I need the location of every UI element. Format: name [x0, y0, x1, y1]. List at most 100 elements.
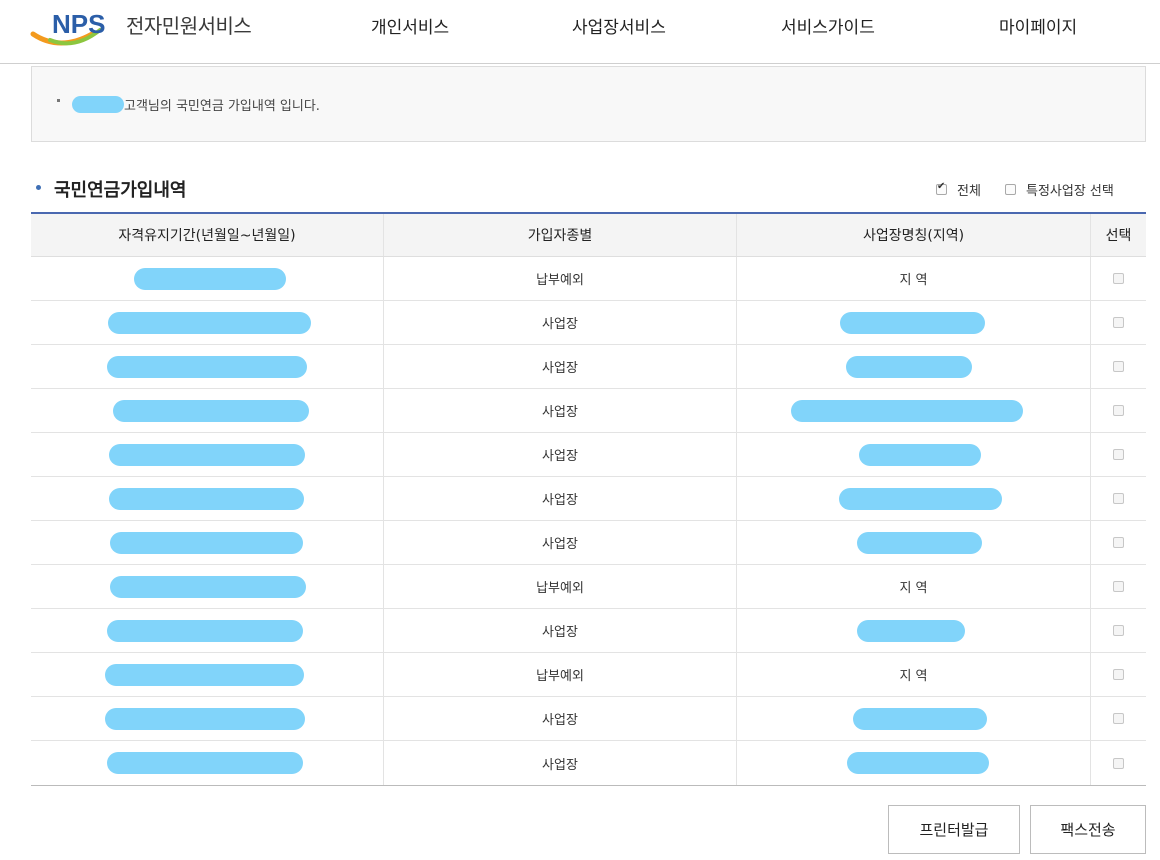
workplace-cell — [737, 301, 1091, 344]
period-cell — [31, 653, 384, 696]
service-name: 전자민원서비스 — [126, 14, 252, 38]
workplace-cell — [737, 697, 1091, 740]
row-select-checkbox[interactable] — [1113, 537, 1124, 548]
subscriber-type-cell: 사업장 — [384, 741, 737, 785]
workplace-cell: 지 역 — [737, 257, 1091, 300]
nav-business-service[interactable]: 사업장서비스 — [572, 13, 666, 38]
period-cell — [31, 477, 384, 520]
table-row: 납부예외 지 역 — [31, 257, 1146, 301]
select-cell — [1091, 521, 1146, 564]
select-cell — [1091, 565, 1146, 608]
option-specific-label: 특정사업장 선택 — [1026, 184, 1114, 199]
top-header: NPS 전자민원서비스 개인서비스 사업장서비스 서비스가이드 마이페이지 — [0, 0, 1160, 64]
row-select-checkbox[interactable] — [1113, 317, 1124, 328]
table-row: 사업장 — [31, 389, 1146, 433]
column-header-select: 선택 — [1105, 228, 1132, 244]
nps-logo[interactable]: NPS 전자민원서비스 — [30, 4, 270, 52]
redacted-customer-name — [72, 96, 124, 113]
period-cell — [31, 565, 384, 608]
subscriber-type-cell: 사업장 — [384, 389, 737, 432]
subscriber-type-cell: 사업장 — [384, 697, 737, 740]
option-all-label: 전체 — [957, 184, 981, 199]
redacted-period — [134, 267, 286, 290]
redacted-workplace — [857, 619, 965, 642]
option-all-checkbox[interactable] — [936, 181, 947, 195]
select-cell — [1091, 301, 1146, 344]
row-select-checkbox[interactable] — [1113, 669, 1124, 680]
redacted-workplace — [859, 443, 981, 466]
nav-personal-service[interactable]: 개인서비스 — [371, 13, 449, 38]
table-row: 사업장 — [31, 345, 1146, 389]
notice-text: 고객님의 국민연금 가입내역 입니다. — [124, 99, 320, 114]
subscriber-type-cell: 사업장 — [384, 301, 737, 344]
logo-text: NPS — [52, 9, 105, 39]
workplace-cell — [737, 521, 1091, 564]
redacted-period — [109, 487, 304, 510]
section-title: 국민연금가입내역 — [54, 180, 187, 201]
redacted-period — [105, 707, 305, 730]
redacted-workplace — [857, 531, 982, 554]
table-row: 납부예외 지 역 — [31, 653, 1146, 697]
row-select-checkbox[interactable] — [1113, 713, 1124, 724]
select-cell — [1091, 477, 1146, 520]
redacted-workplace — [839, 487, 1002, 510]
redacted-workplace — [846, 355, 972, 378]
section-bullet-icon — [36, 185, 41, 190]
period-cell — [31, 697, 384, 740]
redacted-period — [108, 311, 311, 334]
select-cell — [1091, 697, 1146, 740]
table-row: 사업장 — [31, 477, 1146, 521]
fax-send-button[interactable]: 팩스전송 — [1030, 805, 1146, 854]
nav-service-guide[interactable]: 서비스가이드 — [781, 13, 875, 38]
redacted-period — [107, 752, 303, 774]
redacted-period — [107, 355, 307, 378]
workplace-label: 지 역 — [899, 273, 928, 288]
subscriber-type-cell: 납부예외 — [384, 653, 737, 696]
workplace-cell — [737, 609, 1091, 652]
column-header-period: 자격유지기간(년월일~년월일) — [31, 214, 384, 256]
row-select-checkbox[interactable] — [1113, 273, 1124, 284]
option-all[interactable]: 전체 — [936, 180, 981, 199]
row-select-checkbox[interactable] — [1113, 405, 1124, 416]
select-cell — [1091, 653, 1146, 696]
workplace-cell — [737, 477, 1091, 520]
select-cell — [1091, 389, 1146, 432]
print-issue-button[interactable]: 프린터발급 — [888, 805, 1020, 854]
notice-box: 고객님의 국민연금 가입내역 입니다. — [31, 66, 1146, 142]
period-cell — [31, 433, 384, 476]
bullet-icon — [57, 99, 60, 102]
period-cell — [31, 741, 384, 785]
period-cell — [31, 521, 384, 564]
table-row: 사업장 — [31, 433, 1146, 477]
workplace-cell: 지 역 — [737, 653, 1091, 696]
workplace-label: 지 역 — [899, 581, 928, 596]
redacted-period — [113, 399, 309, 422]
redacted-period — [105, 663, 304, 686]
table-row: 사업장 — [31, 697, 1146, 741]
column-header-type: 가입자종별 — [384, 214, 737, 256]
select-cell — [1091, 345, 1146, 388]
row-select-checkbox[interactable] — [1113, 625, 1124, 636]
table-row: 사업장 — [31, 609, 1146, 653]
redacted-period — [110, 531, 303, 554]
option-specific-checkbox[interactable] — [1005, 184, 1016, 195]
nav-my-page[interactable]: 마이페이지 — [999, 13, 1077, 38]
workplace-cell: 지 역 — [737, 565, 1091, 608]
workplace-label: 지 역 — [899, 669, 928, 684]
table-row: 납부예외 지 역 — [31, 565, 1146, 609]
redacted-period — [110, 575, 306, 598]
row-select-checkbox[interactable] — [1113, 757, 1124, 769]
subscriber-type-cell: 납부예외 — [384, 565, 737, 608]
subscriber-type-cell: 사업장 — [384, 477, 737, 520]
table-body: 납부예외 지 역 사업장 사업장 사업장 사업장 사업장 사업장 납부예외 지 역 사업장 납부예외 지… — [31, 257, 1146, 785]
period-cell — [31, 301, 384, 344]
workplace-cell — [737, 433, 1091, 476]
row-select-checkbox[interactable] — [1113, 493, 1124, 504]
subscriber-type-cell: 사업장 — [384, 433, 737, 476]
table-row: 사업장 — [31, 521, 1146, 565]
option-specific-workplace[interactable]: 특정사업장 선택 — [1005, 180, 1114, 199]
row-select-checkbox[interactable] — [1113, 361, 1124, 372]
row-select-checkbox[interactable] — [1113, 581, 1124, 592]
workplace-cell — [737, 345, 1091, 388]
row-select-checkbox[interactable] — [1113, 449, 1124, 460]
